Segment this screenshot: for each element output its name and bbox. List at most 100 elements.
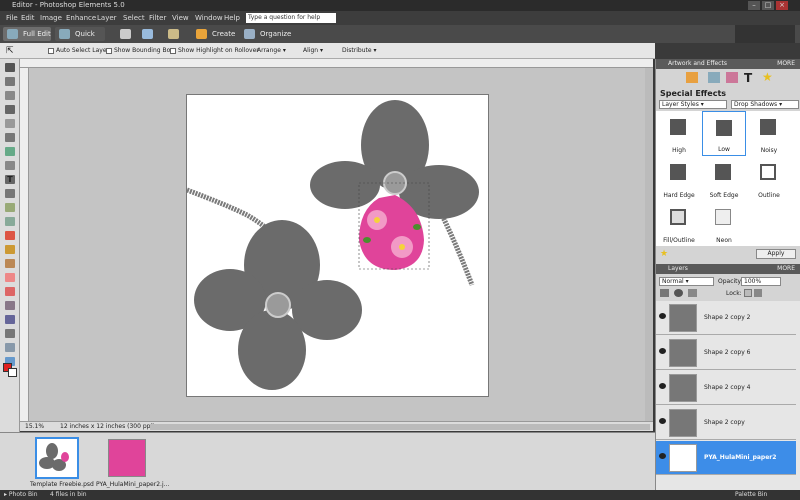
favorites-star-icon[interactable]: ★ [762,70,773,84]
lock-all-icon[interactable] [754,289,762,297]
artwork-icon[interactable] [686,72,698,83]
effect-low[interactable]: Low [702,111,746,156]
type-tool-icon[interactable]: T [5,175,15,184]
menu-enhance[interactable]: Enhance [66,11,96,25]
horizontal-scrollbar[interactable] [150,424,650,430]
vertical-scrollbar[interactable] [645,68,653,421]
delete-layer-icon[interactable] [688,289,697,297]
layer-row[interactable]: Shape 2 copy 6 [656,336,796,370]
order-prints-button[interactable] [166,27,184,41]
artwork-panel-header[interactable]: Artwork and Effects MORE [656,59,800,69]
align-menu[interactable]: Align ▾ [303,43,323,59]
highlight-checkbox[interactable] [170,47,176,54]
blur-tool-icon[interactable] [5,343,15,352]
menu-filter[interactable]: Filter [149,11,166,25]
highlight-option[interactable]: Show Highlight on Rollover [170,43,259,59]
menu-file[interactable]: File [6,11,18,25]
quick-fix-tab[interactable]: Quick Fix [55,27,105,52]
menu-image[interactable]: Image [40,11,62,25]
effect-neon[interactable]: Neon [702,201,746,246]
magic-wand-tool-icon[interactable] [5,147,15,156]
bin-thumb-template[interactable] [35,437,79,479]
visibility-eye-icon[interactable] [659,313,666,319]
menu-select[interactable]: Select [123,11,145,25]
layer-row[interactable]: Shape 2 copy [656,406,796,440]
visibility-eye-icon[interactable] [659,453,666,459]
menu-help[interactable]: Help [224,11,240,25]
paint-bucket-tool-icon[interactable] [5,301,15,310]
text-effects-icon[interactable]: T [744,71,752,85]
red-eye-tool-icon[interactable] [5,231,15,240]
visibility-eye-icon[interactable] [659,348,666,354]
full-edit-tab[interactable]: Full Edit [3,27,51,41]
arrange-menu[interactable]: Arrange ▾ [257,43,286,59]
marquee-tool-icon[interactable] [5,119,15,128]
effect-soft-edge[interactable]: Soft Edge [702,156,746,201]
menu-view[interactable]: View [172,11,189,25]
visibility-eye-icon[interactable] [659,383,666,389]
share-button[interactable] [140,27,158,41]
bin-thumb-paper[interactable] [108,439,146,477]
auto-select-checkbox[interactable] [48,47,54,54]
selection-brush-tool-icon[interactable] [5,161,15,170]
brush-tool-icon[interactable] [5,287,15,296]
artwork-more-button[interactable]: MORE [777,59,795,69]
visibility-eye-icon[interactable] [659,418,666,424]
maximize-button[interactable]: □ [762,1,774,10]
effect-hard-edge[interactable]: Hard Edge [657,156,701,201]
lasso-tool-icon[interactable] [5,133,15,142]
photo-bin-toggle[interactable]: ▸ Photo Bin [4,490,38,500]
effect-noisy[interactable]: Noisy [747,111,791,156]
opacity-input[interactable]: 100% [741,277,781,286]
organize-button[interactable]: Organize [240,27,291,41]
shape-tool-icon[interactable] [5,329,15,338]
gradient-tool-icon[interactable] [5,315,15,324]
zoom-level[interactable]: 15.1% [25,422,44,432]
menu-window[interactable]: Window [195,11,223,25]
menu-layer[interactable]: Layer [97,11,117,25]
move-tool-icon[interactable]: ⇱ [6,43,14,59]
effect-outline[interactable]: Outline [747,156,791,201]
add-favorite-star-icon[interactable]: ★ [660,249,668,259]
close-button[interactable]: × [776,1,788,10]
help-search-input[interactable]: Type a question for help [246,13,336,23]
layer-row-selected[interactable]: PYA_HulaMini_paper2 [656,441,796,475]
effect-fill-outline[interactable]: Fill/Outline [657,201,701,246]
background-color-swatch[interactable] [8,368,17,377]
layers-more-button[interactable]: MORE [777,264,795,274]
eraser-tool-icon[interactable] [5,273,15,282]
effects-category-select[interactable]: Layer Styles ▾ [659,100,727,109]
distribute-menu[interactable]: Distribute ▾ [342,43,376,59]
zoom-tool-icon[interactable] [5,77,15,86]
blend-mode-select[interactable]: Normal ▾ [659,277,714,286]
crop-tool-icon[interactable] [5,189,15,198]
adjustment-layer-icon[interactable] [674,289,683,297]
straighten-tool-icon[interactable] [5,217,15,226]
print-button[interactable] [118,27,132,41]
effects-subcategory-select[interactable]: Drop Shadows ▾ [731,100,799,109]
effect-high[interactable]: High [657,111,701,156]
palette-bin-toggle[interactable]: Palette Bin [735,490,767,500]
layer-row[interactable]: Shape 2 copy 4 [656,371,796,405]
layer-row[interactable]: Shape 2 copy 2 [656,301,796,335]
clone-stamp-tool-icon[interactable] [5,259,15,268]
lock-transparency-icon[interactable] [744,289,752,297]
move-tool-icon[interactable] [5,63,15,72]
apply-button[interactable]: Apply [756,249,796,259]
bounding-box-checkbox[interactable] [106,47,112,54]
auto-select-option[interactable]: Auto Select Layer [48,43,109,59]
create-button[interactable]: Create [192,27,235,41]
document-size[interactable]: 12 inches x 12 inches (300 ppi) [60,422,154,432]
document-canvas[interactable] [186,94,489,397]
menu-edit[interactable]: Edit [21,11,35,25]
new-layer-icon[interactable] [660,289,669,297]
special-effects-icon[interactable] [726,72,738,83]
layers-panel-header[interactable]: Layers MORE [656,264,800,274]
themes-icon[interactable] [708,72,720,83]
minimize-button[interactable]: – [748,1,760,10]
healing-brush-tool-icon[interactable] [5,245,15,254]
cookie-cutter-tool-icon[interactable] [5,203,15,212]
bounding-box-option[interactable]: Show Bounding Box [106,43,174,59]
eyedropper-tool-icon[interactable] [5,105,15,114]
hand-tool-icon[interactable] [5,91,15,100]
